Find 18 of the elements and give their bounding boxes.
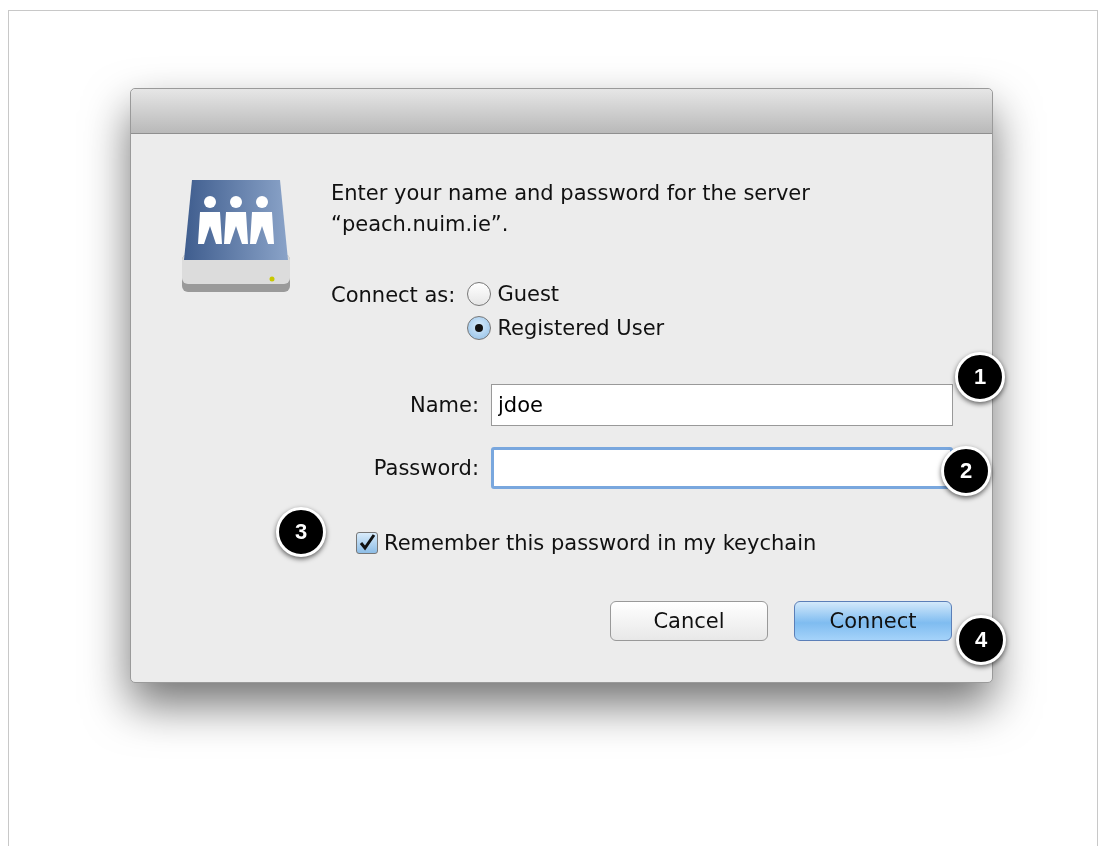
prompt-message: Enter your name and password for the server “peach.nuim.ie”. bbox=[331, 180, 811, 238]
connect-as-label: Connect as: bbox=[331, 282, 456, 308]
dialog-button[interactable]: Connect bbox=[794, 601, 952, 641]
radio-label: Registered User bbox=[497, 316, 665, 340]
field-label: Name: bbox=[408, 393, 479, 417]
checkbox-label: Remember this password in my keychain bbox=[384, 531, 817, 555]
input-field[interactable]: jdoe bbox=[491, 384, 953, 426]
radio-button[interactable] bbox=[467, 282, 492, 306]
dialog-button[interactable]: Cancel bbox=[610, 601, 768, 641]
callout-number: 4 bbox=[956, 615, 1006, 665]
field-label: Password: bbox=[372, 456, 479, 480]
callout-number: 2 bbox=[941, 446, 991, 496]
radio-label: Guest bbox=[497, 282, 560, 306]
checkbox[interactable] bbox=[356, 532, 378, 554]
radio-button[interactable] bbox=[467, 316, 492, 340]
callout-number: 3 bbox=[276, 507, 326, 557]
input-field[interactable] bbox=[491, 447, 953, 489]
callout-number: 1 bbox=[955, 352, 1005, 402]
